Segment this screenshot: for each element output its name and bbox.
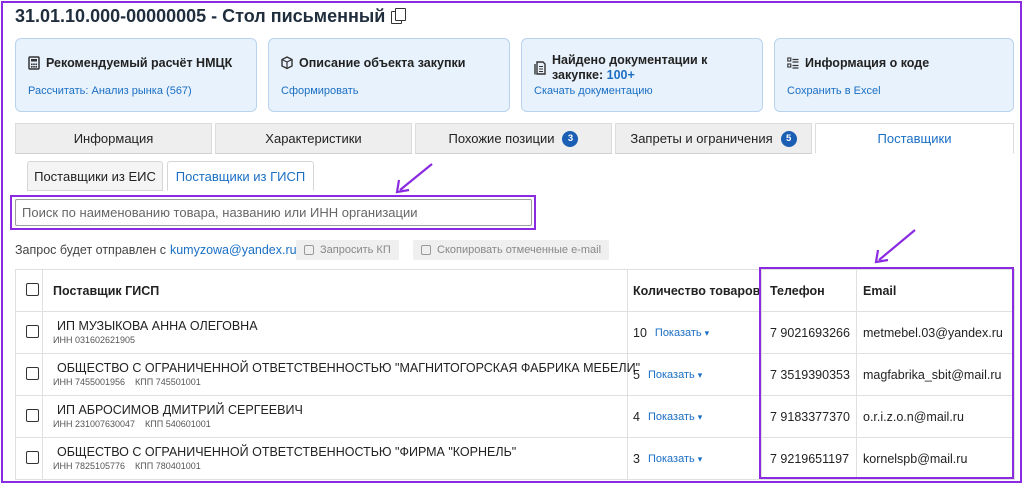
- annotation-arrow-contacts: [874, 229, 916, 264]
- row-checkbox[interactable]: [26, 324, 39, 338]
- supplier-name: ОБЩЕСТВО С ОГРАНИЧЕННОЙ ОТВЕТСТВЕННОСТЬЮ…: [57, 445, 517, 459]
- email-cell: o.r.i.z.o.n@mail.ru: [856, 395, 1015, 438]
- supplier-ids: ИНН 7825105776 КПП 780401001: [53, 461, 201, 471]
- phone-cell: 7 3519390353: [761, 353, 857, 396]
- tab-similar-positions[interactable]: Похожие позиции 3: [415, 123, 612, 154]
- request-kp-button[interactable]: Запросить КП: [296, 240, 399, 260]
- card-code-info: Информация о коде Сохранить в Excel: [774, 38, 1014, 112]
- supplier-ids: ИНН 7455001956 КПП 745501001: [53, 377, 201, 387]
- chevron-down-icon: ▾: [704, 327, 710, 338]
- tab-suppliers[interactable]: Поставщики: [815, 123, 1014, 154]
- column-qty: Количество товаров: [627, 269, 762, 312]
- calculate-market-analysis-link[interactable]: Рассчитать: Анализ рынка (567): [28, 85, 192, 97]
- documentation-count: 100+: [606, 68, 635, 82]
- column-email: Email: [856, 269, 1015, 312]
- subtab-eis-suppliers[interactable]: Поставщики из ЕИС: [27, 161, 163, 191]
- copy-emails-button[interactable]: Скопировать отмеченные e-mail: [413, 240, 610, 260]
- count-badge: 5: [780, 130, 797, 147]
- list-icon: [787, 57, 799, 69]
- card-title: Информация о коде: [805, 56, 930, 70]
- table-row: ОБЩЕСТВО С ОГРАНИЧЕННОЙ ОТВЕТСТВЕННОСТЬЮ…: [15, 353, 1015, 396]
- card-title: Найдено документации к закупке: 100+: [552, 53, 708, 82]
- phone-cell: 7 9219651197: [761, 437, 857, 480]
- product-count: 4: [633, 409, 640, 424]
- show-products-link[interactable]: Показать ▾: [648, 411, 702, 423]
- supplier-name: ИП МУЗЫКОВА АННА ОЛЕГОВНА: [57, 319, 258, 333]
- phone-cell: 7 9021693266: [761, 311, 857, 354]
- calculator-icon: [28, 56, 40, 70]
- table-row: ОБЩЕСТВО С ОГРАНИЧЕННОЙ ОТВЕТСТВЕННОСТЬЮ…: [15, 437, 1015, 480]
- email-cell: magfabrika_sbit@mail.ru: [856, 353, 1015, 396]
- show-products-link[interactable]: Показать ▾: [655, 327, 709, 339]
- email-cell: kornelspb@mail.ru: [856, 437, 1015, 480]
- generate-description-link[interactable]: Сформировать: [281, 85, 359, 97]
- card-nmck: Рекомендуемый расчёт НМЦК Рассчитать: Ан…: [15, 38, 257, 112]
- email-cell: metmebel.03@yandex.ru: [856, 311, 1015, 354]
- save-excel-link[interactable]: Сохранить в Excel: [787, 85, 881, 97]
- phone-cell: 7 9183377370: [761, 395, 857, 438]
- card-description: Описание объекта закупки Сформировать: [268, 38, 510, 112]
- download-documentation-link[interactable]: Скачать документацию: [534, 85, 653, 97]
- row-checkbox[interactable]: [26, 450, 39, 464]
- row-checkbox[interactable]: [26, 408, 39, 422]
- product-count: 10: [633, 325, 647, 340]
- product-count: 5: [633, 367, 640, 382]
- column-phone: Телефон: [761, 269, 857, 312]
- copy-icon[interactable]: [391, 8, 407, 24]
- supplier-name: ИП АБРОСИМОВ ДМИТРИЙ СЕРГЕЕВИЧ: [57, 403, 303, 417]
- product-count: 3: [633, 451, 640, 466]
- card-title: Рекомендуемый расчёт НМЦК: [46, 56, 233, 70]
- select-all-checkbox[interactable]: [26, 282, 39, 296]
- info-cards: Рекомендуемый расчёт НМЦК Рассчитать: Ан…: [15, 38, 1014, 112]
- supplier-name: ОБЩЕСТВО С ОГРАНИЧЕННОЙ ОТВЕТСТВЕННОСТЬЮ…: [57, 361, 641, 375]
- tab-restrictions[interactable]: Запреты и ограничения 5: [615, 123, 812, 154]
- request-info: Запрос будет отправлен с kumyzowa@yandex…: [15, 243, 297, 257]
- suppliers-table: Поставщик ГИСП Количество товаров Телефо…: [15, 269, 1015, 480]
- column-supplier: Поставщик ГИСП: [42, 269, 628, 312]
- main-tabs: Информация Характеристики Похожие позици…: [15, 123, 1014, 154]
- document-icon: [534, 61, 546, 75]
- chevron-down-icon: ▾: [697, 369, 703, 380]
- supplier-ids: ИНН 231007630047 КПП 540601001: [53, 419, 211, 429]
- request-icon: [304, 245, 314, 255]
- count-badge: 3: [562, 130, 579, 147]
- show-products-link[interactable]: Показать ▾: [648, 369, 702, 381]
- show-products-link[interactable]: Показать ▾: [648, 453, 702, 465]
- table-row: ИП АБРОСИМОВ ДМИТРИЙ СЕРГЕЕВИЧ ИНН 23100…: [15, 395, 1015, 438]
- box-icon: [281, 56, 293, 70]
- table-header-row: Поставщик ГИСП Количество товаров Телефо…: [15, 269, 1015, 312]
- row-checkbox[interactable]: [26, 366, 39, 380]
- annotation-arrow-search: [395, 163, 433, 194]
- tab-characteristics[interactable]: Характеристики: [215, 123, 412, 154]
- chevron-down-icon: ▾: [697, 453, 703, 464]
- sender-email-link[interactable]: kumyzowa@yandex.ru: [170, 243, 297, 257]
- table-row: ИП МУЗЫКОВА АННА ОЛЕГОВНА ИНН 0316026219…: [15, 311, 1015, 354]
- subtab-gisp-suppliers[interactable]: Поставщики из ГИСП: [167, 161, 314, 191]
- card-documentation: Найдено документации к закупке: 100+ Ска…: [521, 38, 763, 112]
- tab-information[interactable]: Информация: [15, 123, 212, 154]
- card-title: Описание объекта закупки: [299, 56, 466, 70]
- copy-icon: [421, 245, 431, 255]
- page-header: 31.01.10.000-00000005 - Стол письменный: [15, 5, 407, 27]
- supplier-ids: ИНН 031602621905: [53, 335, 136, 345]
- page-title: 31.01.10.000-00000005 - Стол письменный: [15, 5, 386, 26]
- search-input[interactable]: [15, 199, 532, 226]
- chevron-down-icon: ▾: [697, 411, 703, 422]
